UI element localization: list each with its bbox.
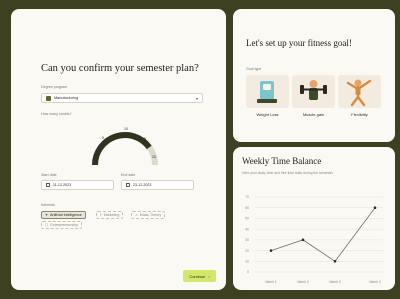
degree-label: Degree program	[41, 85, 68, 89]
x-tick-label: Week 1	[265, 280, 277, 284]
degree-select[interactable]: Manufacturing ▾	[41, 93, 203, 103]
gauge-tick-10: 10	[124, 127, 128, 131]
start-date-label: Start date	[41, 173, 57, 177]
calendar-icon	[46, 183, 50, 187]
continue-label: Continue	[189, 273, 206, 279]
line-chart: 0 10 20 30 40 50 60 70 Week 1 Week 2 Week 3 Week 4	[245, 195, 383, 284]
end-date-label: End date	[121, 173, 136, 177]
start-date-field[interactable]: 11-12-2023	[41, 180, 114, 190]
interest-chip-marketing[interactable]: ⫽ Marketing	[96, 211, 124, 219]
briefcase-icon: ▢	[45, 223, 49, 227]
gauge-tick-5: 5	[102, 136, 104, 140]
interest-chip-entrepreneurship[interactable]: ▢ Entrepreneurship	[41, 221, 82, 229]
chart-icon: ⫽	[100, 213, 102, 217]
data-point	[333, 259, 337, 263]
y-tick-label: 10	[245, 259, 249, 263]
y-tick-label: 20	[245, 249, 249, 253]
interests-label: Interests	[41, 203, 55, 207]
chevron-down-icon: ▾	[195, 96, 198, 101]
x-tick-label: Week 2	[297, 280, 309, 284]
goal-card-muscle-gain[interactable]	[292, 75, 335, 108]
interest-chip-ai[interactable]: ✦ Artificial Intelligence	[41, 211, 86, 219]
interest-label: Marketing	[103, 213, 120, 217]
fitness-goal-card: Let's set up your fitness goal! Goal typ…	[233, 9, 395, 142]
goal-type-label: Goal type	[246, 67, 262, 71]
arrow-right-icon: ›	[208, 273, 210, 279]
sparkle-icon: ✦	[45, 213, 49, 217]
weekly-balance-card: Weekly Time Balance Here your study time…	[233, 147, 395, 290]
goal-label: Flexibility	[351, 112, 368, 117]
degree-value: Manufacturing	[54, 96, 79, 100]
data-point	[269, 249, 273, 252]
goal-label: Muscle gain	[302, 112, 325, 117]
y-tick-label: 70	[245, 195, 249, 199]
goal-card-flexibility[interactable]	[338, 75, 381, 108]
music-icon: ♫	[135, 213, 138, 217]
yoga-pose-icon	[346, 79, 372, 107]
end-date-value: 23-12-2023	[133, 183, 152, 187]
data-point	[301, 238, 305, 242]
x-tick-label: Week 4	[369, 280, 381, 284]
semester-title: Can you confirm your semester plan?	[41, 63, 199, 74]
fitness-title: Let's set up your fitness goal!	[246, 38, 352, 48]
continue-button[interactable]: Continue ›	[183, 270, 216, 282]
y-tick-label: 60	[245, 206, 249, 210]
start-date-value: 11-12-2023	[53, 183, 72, 187]
credits-label: How many credits?	[41, 112, 72, 116]
interest-label: Entrepreneurship	[50, 223, 78, 227]
semester-plan-card: Can you confirm your semester plan? Degr…	[11, 9, 226, 290]
degree-icon	[46, 95, 51, 101]
y-tick-label: 30	[245, 238, 249, 242]
y-tick-label: 50	[245, 217, 249, 221]
gauge-min: 0	[96, 155, 98, 159]
y-tick-label: 40	[245, 227, 249, 231]
goal-card-weight-loss[interactable]	[246, 75, 289, 108]
interest-label: Artificial Intelligence	[50, 213, 82, 217]
y-tick-label: 0	[247, 270, 249, 274]
interest-chip-music[interactable]: ♫ Music Theory	[131, 211, 166, 219]
gauge-max: 20	[152, 155, 156, 159]
scale-person-icon	[257, 81, 277, 103]
interest-label: Music Theory	[139, 213, 162, 217]
calendar-icon	[126, 183, 130, 187]
end-date-field[interactable]: 23-12-2023	[121, 180, 194, 190]
series-line	[270, 207, 376, 262]
x-tick-label: Week 3	[329, 280, 341, 284]
dumbbell-person-icon	[300, 80, 327, 100]
data-point	[373, 206, 377, 210]
gauge-tick-15: 15	[142, 137, 146, 141]
goal-label: Weight Loss	[256, 112, 279, 117]
